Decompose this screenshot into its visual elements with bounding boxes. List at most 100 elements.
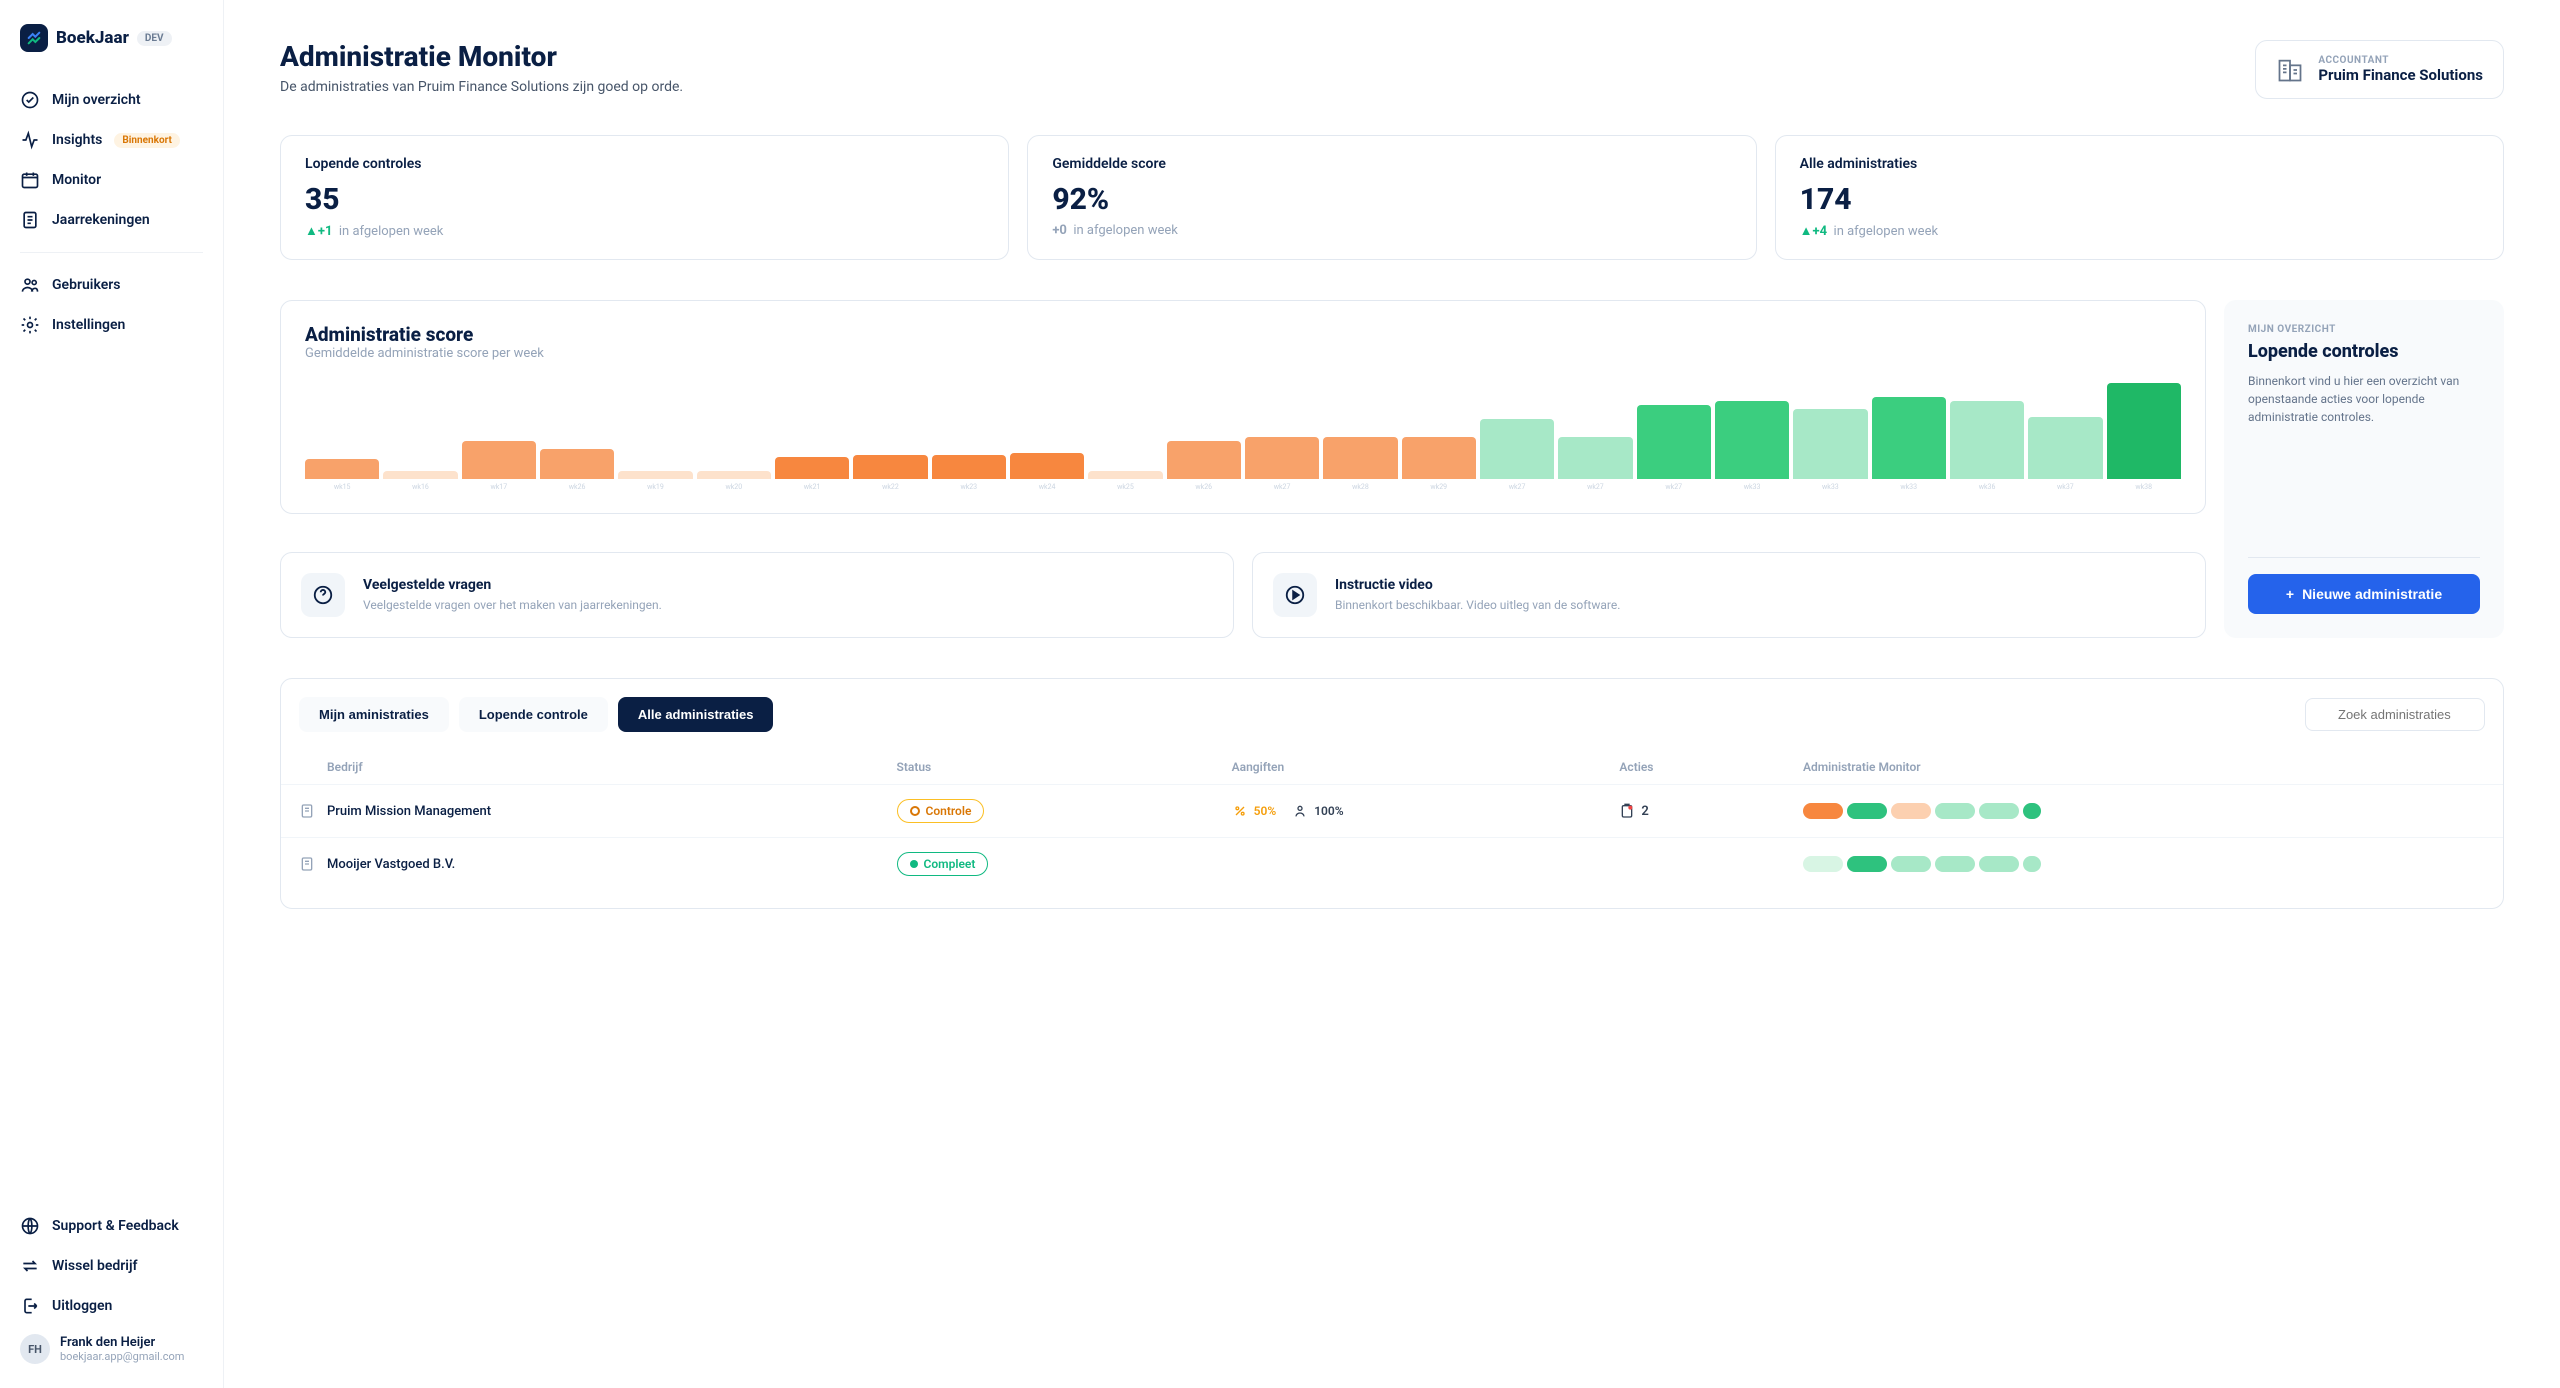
table-row[interactable]: Pruim Mission ManagementControle 50% 100…	[281, 785, 2503, 838]
percent-icon	[1232, 803, 1248, 819]
side-panel-controles: MIJN OVERZICHT Lopende controles Binnenk…	[2224, 300, 2504, 638]
nav-label: Support & Feedback	[52, 1218, 179, 1234]
brand-logo: BoekJaar DEV	[0, 24, 223, 80]
search-input[interactable]	[2305, 698, 2485, 731]
info-text: Binnenkort beschikbaar. Video uitleg van…	[1335, 597, 1620, 614]
info-card-video[interactable]: Instructie video Binnenkort beschikbaar.…	[1252, 552, 2206, 638]
nav-item-jaarrekeningen[interactable]: Jaarrekeningen	[0, 200, 223, 240]
clipboard-icon	[1619, 803, 1635, 819]
chart-bar: wk19	[618, 471, 692, 491]
avatar: FH	[20, 1334, 50, 1364]
person-icon	[1292, 803, 1308, 819]
chart-bar: wk25	[1088, 471, 1162, 491]
nav-footer: Support & Feedback Wissel bedrijf Uitlog…	[0, 1206, 223, 1326]
stat-delta: ▲+4 in afgelopen week	[1800, 223, 2479, 239]
plus-icon: +	[2286, 586, 2294, 602]
chart-bar: wk26	[540, 449, 614, 491]
info-title: Instructie video	[1335, 577, 1620, 593]
main-content: Administratie Monitor De administraties …	[224, 0, 2560, 1388]
stat-card-administraties: Alle administraties 174 ▲+4 in afgelopen…	[1775, 135, 2504, 260]
nav-label: Instellingen	[52, 317, 125, 333]
user-name: Frank den Heijer	[60, 1335, 184, 1350]
nav-item-users[interactable]: Gebruikers	[0, 265, 223, 305]
nav-item-settings[interactable]: Instellingen	[0, 305, 223, 345]
nav-item-monitor[interactable]: Monitor	[0, 160, 223, 200]
chart-bar: wk33	[1793, 409, 1867, 491]
tab-lopende[interactable]: Lopende controle	[459, 697, 608, 732]
stat-value: 92%	[1052, 182, 1731, 217]
table-row[interactable]: Mooijer Vastgoed B.V.Compleet	[281, 838, 2503, 891]
nav-item-insights[interactable]: Insights Binnenkort	[0, 120, 223, 160]
document-icon	[20, 210, 40, 230]
accountant-card[interactable]: ACCOUNTANT Pruim Finance Solutions	[2255, 40, 2504, 99]
gear-icon	[20, 315, 40, 335]
nav-item-overview[interactable]: Mijn overzicht	[0, 80, 223, 120]
chart-bar: wk28	[1323, 437, 1397, 491]
logout-icon	[20, 1296, 40, 1316]
status-badge: Compleet	[897, 852, 989, 876]
calendar-icon	[20, 170, 40, 190]
acties-cell: 2	[1619, 803, 1767, 819]
stat-card-controles: Lopende controles 35 ▲+1 in afgelopen we…	[280, 135, 1009, 260]
file-icon	[299, 803, 315, 819]
play-circle-icon	[1273, 573, 1317, 617]
building-icon	[2276, 56, 2304, 84]
chart-bar: wk15	[305, 459, 379, 491]
chart-bar: wk22	[853, 455, 927, 491]
chart-bar: wk37	[2028, 417, 2102, 491]
chart-bar: wk29	[1402, 437, 1476, 491]
aangiften-cell: 50% 100%	[1232, 803, 1584, 819]
swap-icon	[20, 1256, 40, 1276]
chart-card: Administratie score Gemiddelde administr…	[280, 300, 2206, 514]
chart-bar: wk21	[775, 457, 849, 491]
nav-label: Monitor	[52, 172, 101, 188]
row-company: Pruim Mission Management	[299, 803, 861, 819]
chart-bar: wk27	[1637, 405, 1711, 491]
accountant-label: ACCOUNTANT	[2318, 55, 2483, 66]
col-bedrijf: Bedrijf	[281, 750, 879, 785]
admin-table: Bedrijf Status Aangiften Acties Administ…	[281, 750, 2503, 890]
nav-item-support[interactable]: Support & Feedback	[0, 1206, 223, 1246]
monitor-bars	[1803, 803, 2485, 819]
chart-bars: wk15wk16wk17wk26wk19wk20wk21wk22wk23wk24…	[305, 381, 2181, 491]
nav-label: Wissel bedrijf	[52, 1258, 138, 1274]
info-card-faq[interactable]: Veelgestelde vragen Veelgestelde vragen …	[280, 552, 1234, 638]
side-panel-label: MIJN OVERZICHT	[2248, 324, 2480, 335]
brand-name: BoekJaar	[56, 28, 129, 48]
chart-bar: wk33	[1715, 401, 1789, 491]
button-label: Nieuwe administratie	[2302, 586, 2442, 602]
chart-bar: wk20	[697, 471, 771, 491]
nav-item-logout[interactable]: Uitloggen	[0, 1286, 223, 1326]
stat-value: 35	[305, 182, 984, 217]
tab-mijn[interactable]: Mijn aministraties	[299, 697, 449, 732]
side-panel-title: Lopende controles	[2248, 341, 2480, 362]
chart-bar: wk27	[1245, 437, 1319, 491]
page-title: Administratie Monitor	[280, 40, 683, 73]
chart-bar: wk24	[1010, 453, 1084, 491]
user-email: boekjaar.app@gmail.com	[60, 1350, 184, 1363]
users-icon	[20, 275, 40, 295]
user-profile[interactable]: FH Frank den Heijer boekjaar.app@gmail.c…	[0, 1326, 223, 1364]
stat-card-score: Gemiddelde score 92% +0 in afgelopen wee…	[1027, 135, 1756, 260]
col-acties: Acties	[1601, 750, 1785, 785]
stat-label: Alle administraties	[1800, 156, 2479, 172]
chart-bar: wk16	[383, 471, 457, 491]
question-icon	[301, 573, 345, 617]
accountant-name: Pruim Finance Solutions	[2318, 66, 2483, 84]
stat-label: Gemiddelde score	[1052, 156, 1731, 172]
tab-alle[interactable]: Alle administraties	[618, 697, 774, 732]
chart-bar: wk27	[1480, 419, 1554, 491]
stat-value: 174	[1800, 182, 2479, 217]
chart-bar: wk27	[1558, 437, 1632, 491]
col-monitor: Administratie Monitor	[1785, 750, 2503, 785]
page-subtitle: De administraties van Pruim Finance Solu…	[280, 79, 683, 95]
nav-item-switch-company[interactable]: Wissel bedrijf	[0, 1246, 223, 1286]
chart-subtitle: Gemiddelde administratie score per week	[305, 346, 2181, 361]
info-text: Veelgestelde vragen over het maken van j…	[363, 597, 662, 614]
nav-label: Insights	[52, 132, 102, 148]
globe-icon	[20, 1216, 40, 1236]
chart-bar: wk26	[1167, 441, 1241, 491]
sidebar: BoekJaar DEV Mijn overzicht Insights Bin…	[0, 0, 224, 1388]
col-aangiften: Aangiften	[1214, 750, 1602, 785]
new-admin-button[interactable]: + Nieuwe administratie	[2248, 574, 2480, 614]
